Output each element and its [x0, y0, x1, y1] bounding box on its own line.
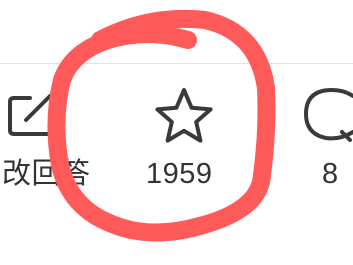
- edit-icon: [8, 94, 54, 136]
- comment-count: 8: [322, 158, 339, 190]
- comment-icon: [303, 88, 353, 142]
- edit-answer-label: 改回答: [2, 158, 91, 190]
- answer-action-bar: 改回答 1959 8: [0, 64, 353, 204]
- comment-button[interactable]: 8: [300, 64, 353, 204]
- screen: 改回答 1959 8: [0, 0, 353, 265]
- star-icon: [155, 88, 213, 143]
- favorite-count: 1959: [146, 158, 213, 190]
- favorite-button[interactable]: 1959: [130, 64, 240, 204]
- edit-answer-button[interactable]: 改回答: [0, 64, 110, 204]
